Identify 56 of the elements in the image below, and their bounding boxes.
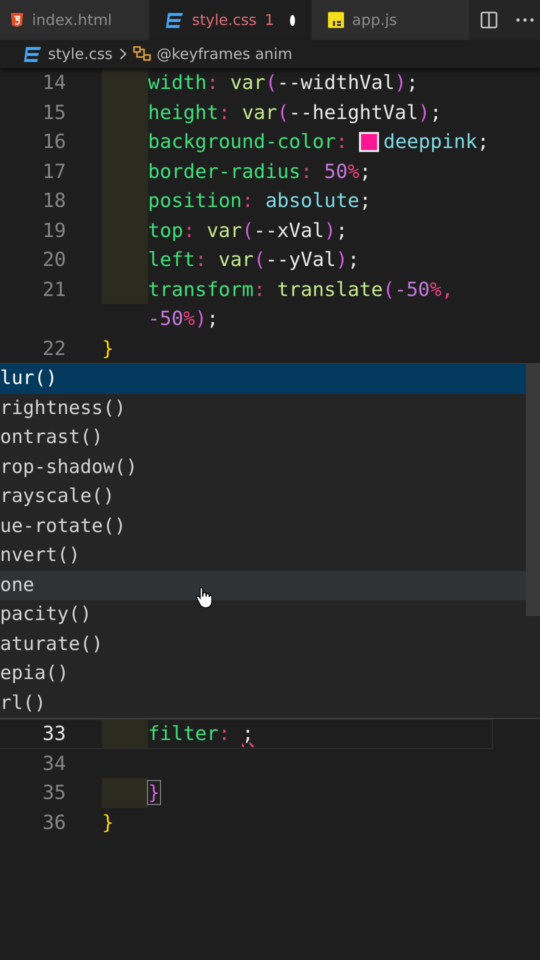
code-text: background-color: <box>148 130 349 154</box>
suggestion-item[interactable]: rl() <box>0 688 526 718</box>
suggestion-item[interactable]: rayscale() <box>0 482 526 512</box>
more-actions-icon[interactable] <box>516 18 534 22</box>
suggestion-item[interactable]: lur() <box>0 364 526 394</box>
problem-count: 1 <box>264 11 274 29</box>
code-text: } <box>102 336 114 360</box>
code-text: left: var(--yVal); <box>148 248 360 272</box>
code-text: top: var(--xVal); <box>148 218 348 242</box>
line-number: 16 <box>42 130 66 154</box>
code-text: deeppink; <box>383 130 489 154</box>
suggestion-item[interactable]: ue-rotate() <box>0 512 526 541</box>
line-number: 34 <box>42 752 66 775</box>
line-number: 17 <box>42 160 66 183</box>
suggestion-item[interactable]: pacity() <box>0 600 526 630</box>
code-text: } <box>102 810 114 834</box>
line-number: 15 <box>42 100 66 124</box>
line-number: 22 <box>42 336 66 360</box>
line-number: 14 <box>42 71 66 94</box>
split-editor-icon[interactable] <box>480 11 498 29</box>
breadcrumb-item[interactable]: style.css <box>48 45 113 63</box>
suggestion-item[interactable]: rightness() <box>0 394 526 423</box>
square-icon <box>328 12 344 28</box>
line-number: 33 <box>42 722 66 746</box>
line-number: 35 <box>42 781 66 804</box>
code-text: filter: ; <box>148 722 254 746</box>
color-swatch[interactable] <box>359 132 380 152</box>
stripes-icon <box>166 12 184 28</box>
code-text: position: absolute; <box>148 189 372 212</box>
stripes-icon <box>24 46 42 62</box>
code-text: transform: translate(-50%, <box>148 278 454 301</box>
shield-icon <box>10 12 24 28</box>
symbol-icon <box>132 46 151 62</box>
suggestion-item[interactable]: ontrast() <box>0 423 526 452</box>
hand-cursor-icon <box>196 586 212 608</box>
breadcrumb-item[interactable]: @keyframes anim <box>156 45 292 63</box>
editor-tab[interactable]: index.html <box>0 0 150 40</box>
line-number: 21 <box>42 278 66 301</box>
line-number: 19 <box>42 218 66 242</box>
suggestion-item[interactable]: rop-shadow() <box>0 452 526 482</box>
scrollbar-thumb[interactable] <box>526 364 540 616</box>
chevron-icon <box>118 48 127 60</box>
code-text: border-radius: 50%; <box>148 160 372 183</box>
line-number: 18 <box>42 189 66 212</box>
line-number: 36 <box>42 810 66 834</box>
suggestion-item[interactable]: epia() <box>0 659 526 688</box>
suggestion-item[interactable]: nvert() <box>0 541 526 570</box>
code-text: width: var(--widthVal); <box>148 71 418 94</box>
suggestion-item[interactable]: one <box>0 570 526 600</box>
editor-tab[interactable]: app.js <box>312 0 470 40</box>
suggestion-item[interactable]: aturate() <box>0 630 526 659</box>
code-text: height: var(--heightVal); <box>148 100 442 124</box>
code-text: -50%); <box>148 307 218 330</box>
code-text: } <box>148 781 160 804</box>
editor-tab[interactable]: style.css 1 <box>150 0 312 40</box>
line-number: 20 <box>42 248 66 272</box>
